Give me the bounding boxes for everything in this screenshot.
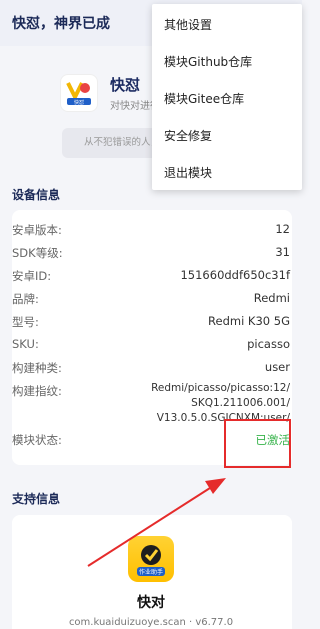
support-app-package: com.kuaiduizuoye.scan · v6.77.0 [68,617,234,628]
highlight-box [224,419,291,468]
menu-item-github-repo[interactable]: 模块Github仓库 [164,53,252,70]
support-app-icon: 作业助手 [128,536,174,582]
menu-item-exit-module[interactable]: 退出模块 [164,164,212,181]
info-key: 型号: [12,315,39,329]
overflow-menu: 其他设置 模块Github仓库 模块Gitee仓库 安全修复 退出模块 [152,4,302,190]
info-key: 品牌: [12,292,39,306]
info-key: 安卓版本: [12,223,62,237]
svg-text:作业助手: 作业助手 [139,568,163,576]
info-value: picasso [247,337,290,351]
module-name: 快怼 [110,76,141,94]
info-value: Redmi [253,291,290,305]
menu-item-gitee-repo[interactable]: 模块Gitee仓库 [164,90,244,107]
info-value: 12 [275,222,290,236]
info-value: 31 [275,245,290,259]
info-value: user [264,360,290,374]
info-key: SKU: [12,337,39,351]
info-key: 构建指纹: [12,384,62,398]
info-key: 安卓ID: [12,269,52,283]
zuoye-helper-icon: 作业助手 [137,545,165,576]
fingerprint-line: SKQ1.211006.001/ [191,397,290,409]
info-value: Redmi K30 5G [208,314,290,328]
info-key: 模块状态: [12,433,62,447]
kuaidui-logo-icon: 快怼 [66,82,91,106]
info-key: 构建种类: [12,361,62,375]
menu-item-other-settings[interactable]: 其他设置 [164,16,212,33]
fingerprint-line: Redmi/picasso/picasso:12/ [151,382,290,394]
app-logo: 快怼 [60,74,98,112]
support-app-name: 快对 [137,595,165,611]
info-value: 151660ddf650c31f [180,268,290,282]
svg-text:快怼: 快怼 [74,99,84,106]
support-info-title: 支持信息 [12,492,61,506]
page-title: 快怼，神界已成 [12,16,110,32]
module-description: 对快对进行 [110,101,155,112]
menu-item-security-fix[interactable]: 安全修复 [164,127,212,144]
device-info-title: 设备信息 [12,188,61,202]
info-key: SDK等级: [12,246,63,260]
